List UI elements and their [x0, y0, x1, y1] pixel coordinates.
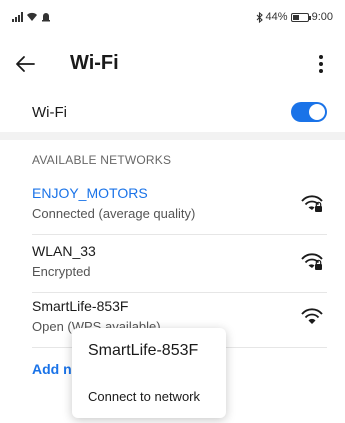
section-divider	[0, 132, 345, 140]
bluetooth-icon	[256, 11, 263, 23]
wifi-toggle-row[interactable]: Wi-Fi	[0, 92, 345, 132]
network-item[interactable]: ENJOY_MOTORS Connected (average quality)	[32, 185, 327, 235]
network-name: ENJOY_MOTORS	[32, 185, 148, 201]
network-item[interactable]: WLAN_33 Encrypted	[32, 243, 327, 293]
network-status: Encrypted	[32, 264, 91, 279]
wifi-toggle-switch[interactable]	[291, 102, 327, 122]
wifi-signal-icon	[301, 308, 323, 324]
page-title: Wi-Fi	[70, 52, 119, 74]
battery-icon	[290, 12, 311, 22]
cellular-signal-icon	[12, 12, 23, 22]
status-icons-right: 44% 9:00	[256, 11, 333, 23]
row-divider	[32, 292, 327, 293]
wifi-toggle-label: Wi-Fi	[32, 104, 67, 121]
status-icons-left	[12, 12, 51, 22]
available-networks-header: AVAILABLE NETWORKS	[32, 153, 172, 167]
battery-fill	[292, 14, 299, 20]
context-menu-title: SmartLife-853F	[88, 342, 199, 359]
network-name: SmartLife-853F	[32, 298, 129, 314]
app-bar: Wi-Fi	[0, 44, 345, 84]
add-network-link[interactable]: Add n	[32, 361, 72, 377]
network-name: WLAN_33	[32, 243, 96, 259]
clock: 9:00	[311, 11, 333, 23]
battery-percent: 44%	[265, 11, 288, 23]
more-options-button[interactable]	[311, 48, 331, 80]
back-button[interactable]	[14, 48, 46, 80]
row-divider	[32, 234, 327, 235]
network-context-menu: SmartLife-853F Connect to network	[72, 328, 226, 418]
network-status: Connected (average quality)	[32, 206, 196, 221]
arrow-left-icon	[16, 56, 35, 72]
notification-icon	[42, 13, 50, 22]
more-vertical-icon	[319, 55, 323, 59]
status-bar: 44% 9:00	[0, 0, 345, 34]
wifi-signal-locked-icon	[301, 253, 323, 270]
wifi-signal-locked-icon	[301, 195, 323, 212]
toggle-knob	[309, 104, 325, 120]
wifi-status-icon	[27, 12, 37, 21]
connect-to-network-option[interactable]: Connect to network	[88, 389, 200, 404]
